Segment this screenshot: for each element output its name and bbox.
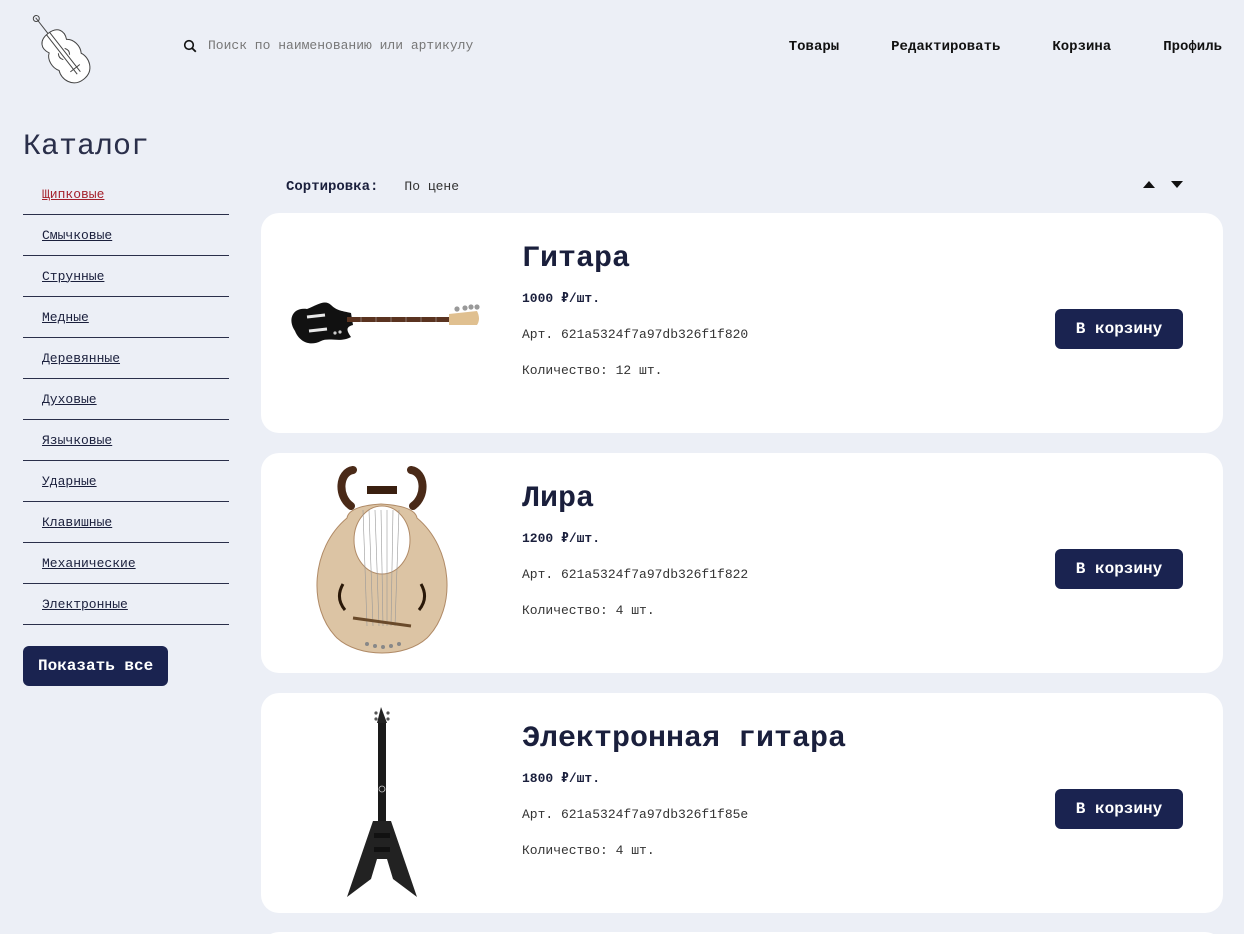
category-link-reed[interactable]: Язычковые [42,433,112,448]
product-quantity: Количество: 12 шт. [522,363,663,378]
product-card: Лира 1200 ₽/шт. Арт. 621a5324f7a97db326f… [261,453,1223,673]
product-name[interactable]: Гитара [522,242,630,276]
add-to-cart-button[interactable]: В корзину [1055,549,1183,589]
sort-label: Сортировка: [286,179,379,195]
search-input[interactable] [208,38,548,53]
violin-logo-icon[interactable] [20,6,108,94]
product-sku: Арт. 621a5324f7a97db326f1f85e [522,807,749,822]
product-name[interactable]: Лира [522,482,594,516]
sort-ascending-icon[interactable] [1143,181,1155,188]
nav-cart[interactable]: Корзина [1052,39,1111,55]
category-link-keyboard[interactable]: Клавишные [42,515,112,530]
category-list: Щипковые Смычковые Струнные Медные Дерев… [23,174,229,625]
product-price: 1200 ₽/шт. [522,531,601,546]
category-item: Деревянные [23,338,229,379]
add-to-cart-button[interactable]: В корзину [1055,789,1183,829]
category-link-electronic[interactable]: Электронные [42,597,128,612]
nav-edit[interactable]: Редактировать [891,39,1000,55]
sort-descending-icon[interactable] [1171,181,1183,188]
sort-value[interactable]: По цене [404,179,459,194]
category-link-plucked[interactable]: Щипковые [42,187,104,202]
nav-profile[interactable]: Профиль [1163,39,1222,55]
category-item: Язычковые [23,420,229,461]
category-link-string[interactable]: Струнные [42,269,104,284]
product-quantity: Количество: 4 шт. [522,603,655,618]
show-all-button[interactable]: Показать все [23,646,169,686]
category-item: Электронные [23,584,229,625]
category-item: Клавишные [23,502,229,543]
category-item: Механические [23,543,229,584]
category-item: Ударные [23,461,229,502]
main-nav: Товары Редактировать Корзина Профиль [789,39,1222,55]
lyre-image [281,453,481,673]
category-item: Щипковые [23,174,229,215]
product-price: 1800 ₽/шт. [522,771,601,786]
product-card: Электронная гитара 1800 ₽/шт. Арт. 621a5… [261,693,1223,913]
bass-guitar-image [281,213,481,433]
sort-arrows [1143,181,1183,188]
nav-products[interactable]: Товары [789,39,839,55]
category-link-percussion[interactable]: Ударные [42,474,97,489]
product-price: 1000 ₽/шт. [522,291,601,306]
product-sku: Арт. 621a5324f7a97db326f1f822 [522,567,749,582]
category-link-bowed[interactable]: Смычковые [42,228,112,243]
catalog-title: Каталог [23,130,150,164]
product-name[interactable]: Электронная гитара [522,722,846,756]
category-item: Струнные [23,256,229,297]
category-item: Духовые [23,379,229,420]
product-sku: Арт. 621a5324f7a97db326f1f820 [522,327,749,342]
category-link-brass[interactable]: Медные [42,310,89,325]
electric-guitar-image [281,693,481,913]
product-card: Гитара 1000 ₽/шт. Арт. 621a5324f7a97db32… [261,213,1223,433]
category-link-wind[interactable]: Духовые [42,392,97,407]
sort-bar: Сортировка: По цене [286,177,1186,195]
search-icon [183,39,197,52]
add-to-cart-button[interactable]: В корзину [1055,309,1183,349]
category-item: Смычковые [23,215,229,256]
category-item: Медные [23,297,229,338]
product-quantity: Количество: 4 шт. [522,843,655,858]
category-link-woodwind[interactable]: Деревянные [42,351,120,366]
category-link-mechanical[interactable]: Механические [42,556,136,571]
search-bar[interactable] [183,38,548,53]
